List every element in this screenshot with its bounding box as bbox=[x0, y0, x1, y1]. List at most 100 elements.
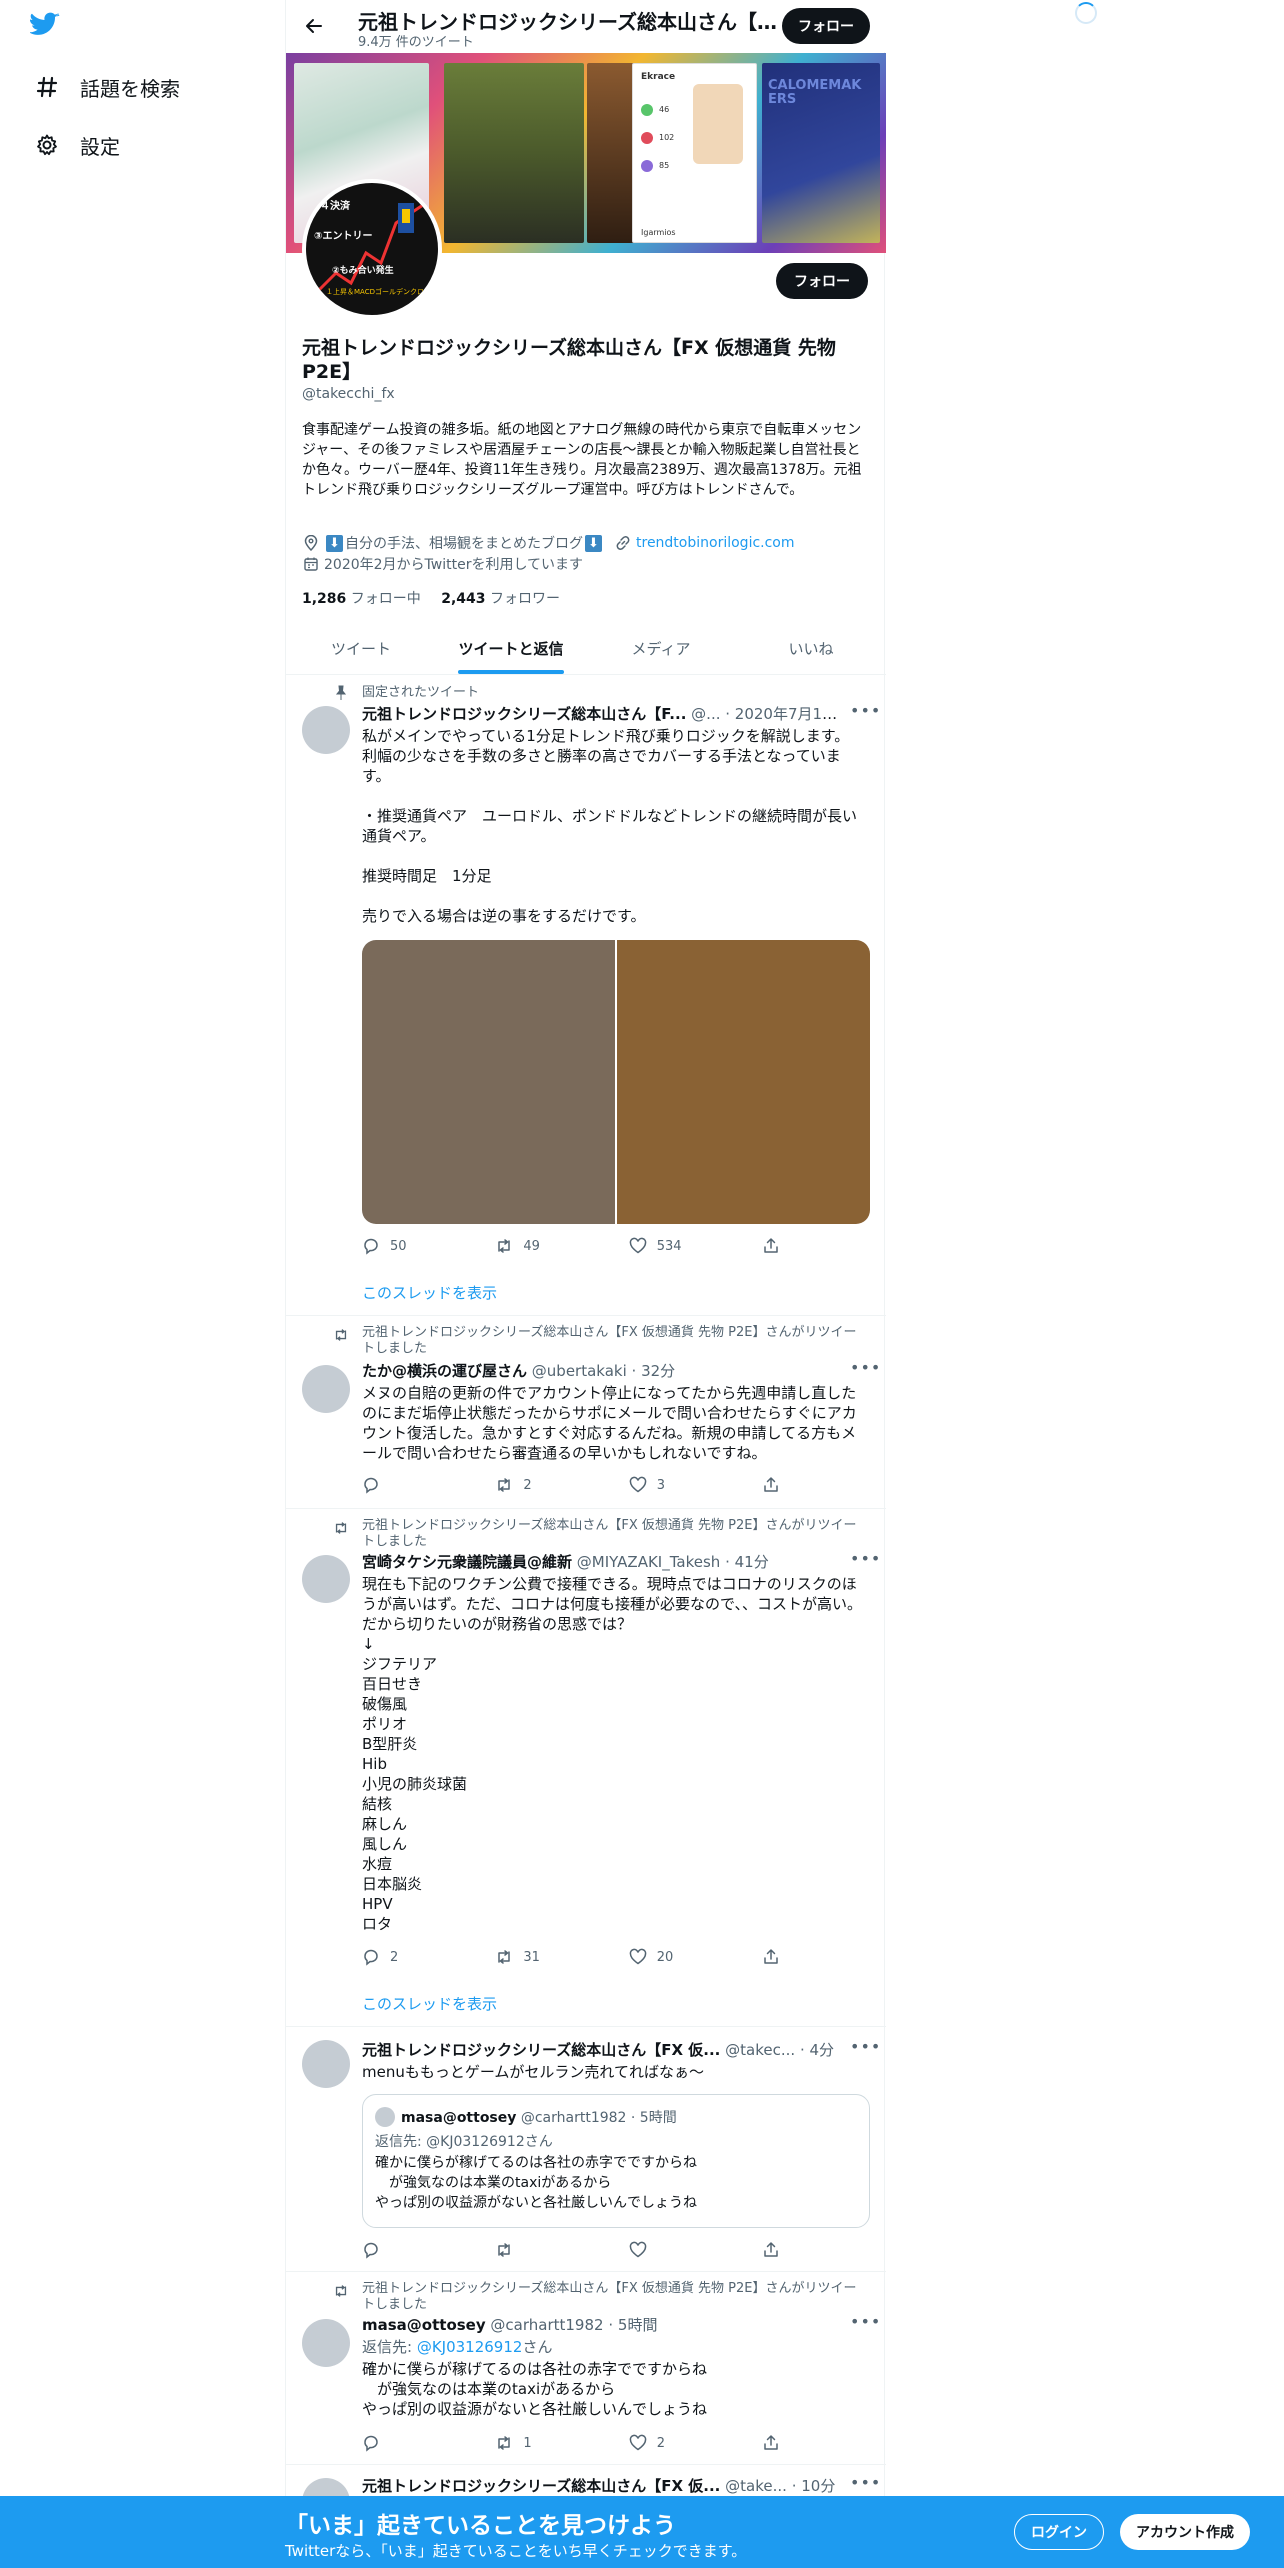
reply-to-label: 返信先: @KJ03126912さん bbox=[362, 2338, 553, 2356]
tab-likes[interactable]: いいね bbox=[736, 622, 886, 674]
tweet-quote[interactable]: 元祖トレンドロジックシリーズ総本山さん【FX 仮... @takec... · … bbox=[286, 2028, 886, 2272]
tweet-pinned[interactable]: 固定されたツイート 元祖トレンドロジックシリーズ総本山さん【F... @... … bbox=[286, 676, 886, 1316]
heart-icon bbox=[629, 2434, 647, 2451]
tweet-time[interactable]: · 2020年7月12日 bbox=[725, 705, 842, 723]
tweet-time[interactable]: · 10分 bbox=[792, 2477, 836, 2495]
retweet-button[interactable]: 1 bbox=[495, 2433, 628, 2453]
tweet-author-handle: @ubertakaki bbox=[531, 1362, 627, 1380]
more-options-icon[interactable]: ••• bbox=[850, 2039, 880, 2060]
tweet-author-name[interactable]: 宮崎タケシ元衆議院議員@維新 bbox=[362, 1553, 572, 1571]
followers-stat[interactable]: 2,443 フォロワー bbox=[441, 591, 560, 607]
tweet-text: 私がメインでやっている1分足トレンド飛び乗りロジックを解説します。 利幅の少なさ… bbox=[362, 727, 858, 925]
tweet-author-handle: @takec... bbox=[725, 2041, 796, 2059]
down-arrow-emoji-icon: ⬇ bbox=[585, 534, 602, 552]
share-button[interactable] bbox=[762, 1236, 792, 1256]
share-icon bbox=[764, 1238, 778, 1253]
calendar-icon bbox=[302, 555, 320, 573]
share-button[interactable] bbox=[762, 1475, 792, 1495]
quoted-tweet[interactable]: masa@ottosey @carhartt1982 · 5時間 返信先: @K… bbox=[362, 2094, 870, 2228]
retweet-button[interactable]: 31 bbox=[495, 1947, 628, 1967]
reply-to-handle-link[interactable]: @KJ03126912 bbox=[417, 2338, 523, 2356]
tweet-author-name[interactable]: masa@ottosey bbox=[362, 2316, 486, 2334]
tweet-actions: 2 31 20 bbox=[362, 1947, 792, 1967]
more-options-icon[interactable]: ••• bbox=[850, 1360, 880, 1381]
tweet-media[interactable] bbox=[362, 940, 870, 1224]
hashtag-icon bbox=[34, 74, 60, 100]
avatar[interactable] bbox=[302, 2040, 350, 2088]
more-options-icon[interactable]: ••• bbox=[850, 2475, 880, 2496]
reply-button[interactable] bbox=[362, 2240, 495, 2260]
tweet-header: 元祖トレンドロジックシリーズ総本山さん【FX 仮... @take... · 1… bbox=[362, 2476, 842, 2496]
share-button[interactable] bbox=[762, 1947, 792, 1967]
tweet-author-handle: @MIYAZAKI_Takesh bbox=[576, 1553, 721, 1571]
tab-tweets-and-replies[interactable]: ツイートと返信 bbox=[436, 622, 586, 674]
tweet-retweet[interactable]: 元祖トレンドロジックシリーズ総本山さん【FX 仮想通貨 先物 P2E】さんがリツ… bbox=[286, 2273, 886, 2465]
profile-bio: 食事配達ゲーム投資の雑多垢。紙の地図とアナログ無線の時代から東京で自転車メッセン… bbox=[302, 422, 862, 498]
follow-button-header[interactable]: フォロー bbox=[782, 8, 870, 44]
loading-spinner-icon bbox=[1075, 2, 1097, 24]
reply-button[interactable]: 50 bbox=[362, 1236, 495, 1256]
following-stat[interactable]: 1,286 フォロー中 bbox=[302, 591, 421, 607]
retweet-button[interactable] bbox=[495, 2240, 628, 2260]
tweet-author-handle: @carhartt1982 bbox=[490, 2316, 604, 2334]
tweet-author-name[interactable]: 元祖トレンドロジックシリーズ総本山さん【FX 仮... bbox=[362, 2041, 720, 2059]
more-options-icon[interactable]: ••• bbox=[850, 703, 880, 724]
media-image[interactable] bbox=[362, 940, 615, 1224]
reply-button[interactable] bbox=[362, 2433, 495, 2453]
like-button[interactable] bbox=[629, 2240, 762, 2260]
follow-button[interactable]: フォロー bbox=[776, 263, 868, 299]
heart-icon bbox=[629, 1237, 647, 1254]
tweet-retweet[interactable]: 元祖トレンドロジックシリーズ総本山さん【FX 仮想通貨 先物 P2E】さんがリツ… bbox=[286, 1317, 886, 1509]
tweet-time[interactable]: · 32分 bbox=[632, 1362, 676, 1380]
retweet-button[interactable]: 2 bbox=[495, 1475, 628, 1495]
reply-button[interactable] bbox=[362, 1475, 495, 1495]
retweet-button[interactable]: 49 bbox=[495, 1236, 628, 1256]
profile-name: 元祖トレンドロジックシリーズ総本山さん【FX 仮想通貨 先物 P2E】 bbox=[302, 337, 836, 383]
avatar[interactable]: ４決済 ③エントリー ②もみ合い発生 １上昇＆MACDゴールデンクロス bbox=[302, 179, 442, 319]
avatar[interactable] bbox=[302, 1365, 350, 1413]
tweet-time[interactable]: · 4分 bbox=[800, 2041, 834, 2059]
sidebar-item-settings[interactable]: 設定 bbox=[34, 125, 120, 165]
banner-panel-bicycle-photo bbox=[444, 63, 584, 243]
tab-tweets[interactable]: ツイート bbox=[286, 622, 436, 674]
tab-media[interactable]: メディア bbox=[586, 622, 736, 674]
media-image[interactable] bbox=[617, 940, 870, 1224]
retweet-icon bbox=[498, 2436, 511, 2450]
sidebar-item-label: 話題を検索 bbox=[80, 76, 180, 101]
like-button[interactable]: 534 bbox=[629, 1236, 762, 1256]
tweet-author-name[interactable]: 元祖トレンドロジックシリーズ総本山さん【FX 仮... bbox=[362, 2477, 720, 2495]
more-options-icon[interactable]: ••• bbox=[850, 1551, 880, 1572]
avatar[interactable] bbox=[302, 1555, 350, 1603]
back-arrow-icon[interactable] bbox=[298, 10, 330, 42]
login-button[interactable]: ログイン bbox=[1014, 2514, 1104, 2550]
like-button[interactable]: 3 bbox=[629, 1475, 762, 1495]
retweet-icon bbox=[498, 2243, 511, 2257]
like-button[interactable]: 2 bbox=[629, 2433, 762, 2453]
avatar[interactable] bbox=[302, 706, 350, 754]
tweet-time[interactable]: · 5時間 bbox=[608, 2316, 657, 2334]
more-options-icon[interactable]: ••• bbox=[850, 2314, 880, 2335]
share-icon bbox=[764, 2435, 778, 2450]
twitter-bird-icon[interactable] bbox=[28, 12, 66, 48]
retweet-icon bbox=[335, 2285, 347, 2297]
reply-button[interactable]: 2 bbox=[362, 1947, 495, 1967]
show-thread-link[interactable]: このスレッドを表示 bbox=[362, 1993, 497, 2014]
tweet-author-handle: @... bbox=[691, 705, 721, 723]
tweet-author-name[interactable]: 元祖トレンドロジックシリーズ総本山さん【F... bbox=[362, 705, 686, 723]
tweet-header: 宮崎タケシ元衆議院議員@維新 @MIYAZAKI_Takesh · 41分 bbox=[362, 1552, 842, 1572]
tweet-author-name[interactable]: たか@横浜の運び屋さん bbox=[362, 1362, 527, 1380]
avatar[interactable] bbox=[302, 2319, 350, 2367]
tweet-time[interactable]: · 41分 bbox=[725, 1553, 769, 1571]
show-thread-link[interactable]: このスレッドを表示 bbox=[362, 1282, 497, 1303]
signup-button[interactable]: アカウント作成 bbox=[1120, 2514, 1250, 2550]
pinned-label: 固定されたツイート bbox=[362, 685, 480, 700]
reply-icon bbox=[364, 2435, 378, 2452]
profile-tabs: ツイート ツイートと返信 メディア いいね bbox=[286, 622, 886, 675]
share-button[interactable] bbox=[762, 2240, 792, 2260]
sidebar-item-label: 設定 bbox=[80, 134, 120, 159]
share-button[interactable] bbox=[762, 2433, 792, 2453]
profile-website-link[interactable]: trendtobinorilogic.com bbox=[636, 535, 795, 551]
tweet-retweet[interactable]: 元祖トレンドロジックシリーズ総本山さん【FX 仮想通貨 先物 P2E】さんがリツ… bbox=[286, 1510, 886, 2027]
like-button[interactable]: 20 bbox=[629, 1947, 762, 1967]
sidebar-item-explore[interactable]: 話題を検索 bbox=[34, 67, 180, 107]
